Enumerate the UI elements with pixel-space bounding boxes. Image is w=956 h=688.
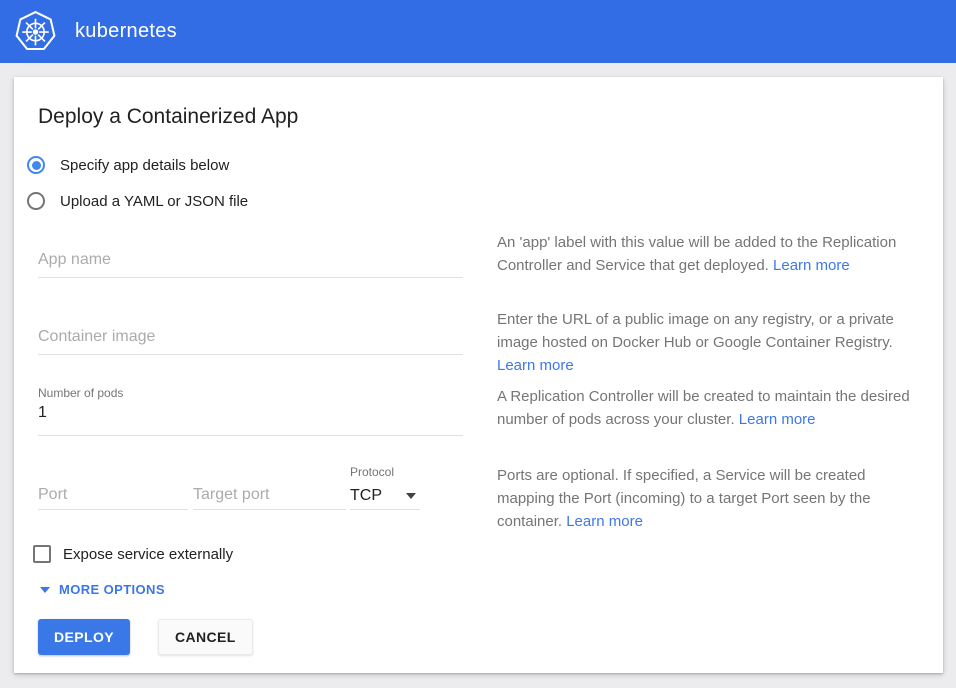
app-name-row: An 'app' label with this value will be a… <box>38 231 919 291</box>
protocol-label: Protocol <box>350 464 420 480</box>
radio-unselected-icon[interactable] <box>27 192 45 210</box>
radio-label: Upload a YAML or JSON file <box>60 193 248 210</box>
protocol-select[interactable]: TCP <box>350 484 420 510</box>
dropdown-arrow-icon <box>406 493 416 499</box>
radio-selected-icon[interactable] <box>27 156 45 174</box>
protocol-selected-value: TCP <box>350 487 382 505</box>
protocol-field: Protocol TCP <box>350 464 420 510</box>
deploy-source-radio-group: Specify app details below Upload a YAML … <box>38 155 919 211</box>
number-of-pods-row: Number of pods A Replication Controller … <box>38 385 919 437</box>
deploy-button[interactable]: DEPLOY <box>38 619 130 655</box>
ports-row: Protocol TCP Ports are optional. If spec… <box>38 464 919 533</box>
checkbox-unchecked-icon[interactable] <box>33 545 51 563</box>
radio-specify-app-details[interactable]: Specify app details below <box>27 155 919 175</box>
ports-help: Ports are optional. If specified, a Serv… <box>497 464 919 533</box>
app-name-help: An 'app' label with this value will be a… <box>497 231 919 277</box>
container-image-help: Enter the URL of a public image on any r… <box>497 308 919 377</box>
arrow-dropdown-icon <box>40 587 50 593</box>
deploy-card: Deploy a Containerized App Specify app d… <box>14 77 943 673</box>
container-image-row: Enter the URL of a public image on any r… <box>38 308 919 377</box>
help-text: Ports are optional. If specified, a Serv… <box>497 467 871 530</box>
target-port-input[interactable] <box>193 486 346 510</box>
number-of-pods-input[interactable] <box>38 404 463 436</box>
more-options-label: MORE OPTIONS <box>59 582 165 597</box>
expose-service-checkbox-row[interactable]: Expose service externally <box>33 544 919 564</box>
help-text: A Replication Controller will be created… <box>497 388 910 428</box>
help-text: Enter the URL of a public image on any r… <box>497 311 894 351</box>
radio-label: Specify app details below <box>60 157 229 174</box>
learn-more-link[interactable]: Learn more <box>497 357 574 374</box>
pods-help: A Replication Controller will be created… <box>497 385 919 431</box>
port-input[interactable] <box>38 486 188 510</box>
app-name-input[interactable] <box>38 251 463 278</box>
kubernetes-logo-icon <box>13 9 58 54</box>
number-of-pods-label: Number of pods <box>38 385 463 401</box>
learn-more-link[interactable]: Learn more <box>773 257 850 274</box>
app-title: kubernetes <box>75 20 177 43</box>
more-options-toggle[interactable]: MORE OPTIONS <box>40 582 919 597</box>
learn-more-link[interactable]: Learn more <box>566 513 643 530</box>
learn-more-link[interactable]: Learn more <box>739 411 816 428</box>
expose-service-label: Expose service externally <box>63 546 233 563</box>
app-header: kubernetes <box>0 0 956 63</box>
radio-upload-yaml-json[interactable]: Upload a YAML or JSON file <box>27 191 919 211</box>
container-image-input[interactable] <box>38 328 463 355</box>
cancel-button[interactable]: CANCEL <box>158 619 253 655</box>
page-title: Deploy a Containerized App <box>38 103 919 131</box>
action-buttons: DEPLOY CANCEL <box>38 619 919 655</box>
